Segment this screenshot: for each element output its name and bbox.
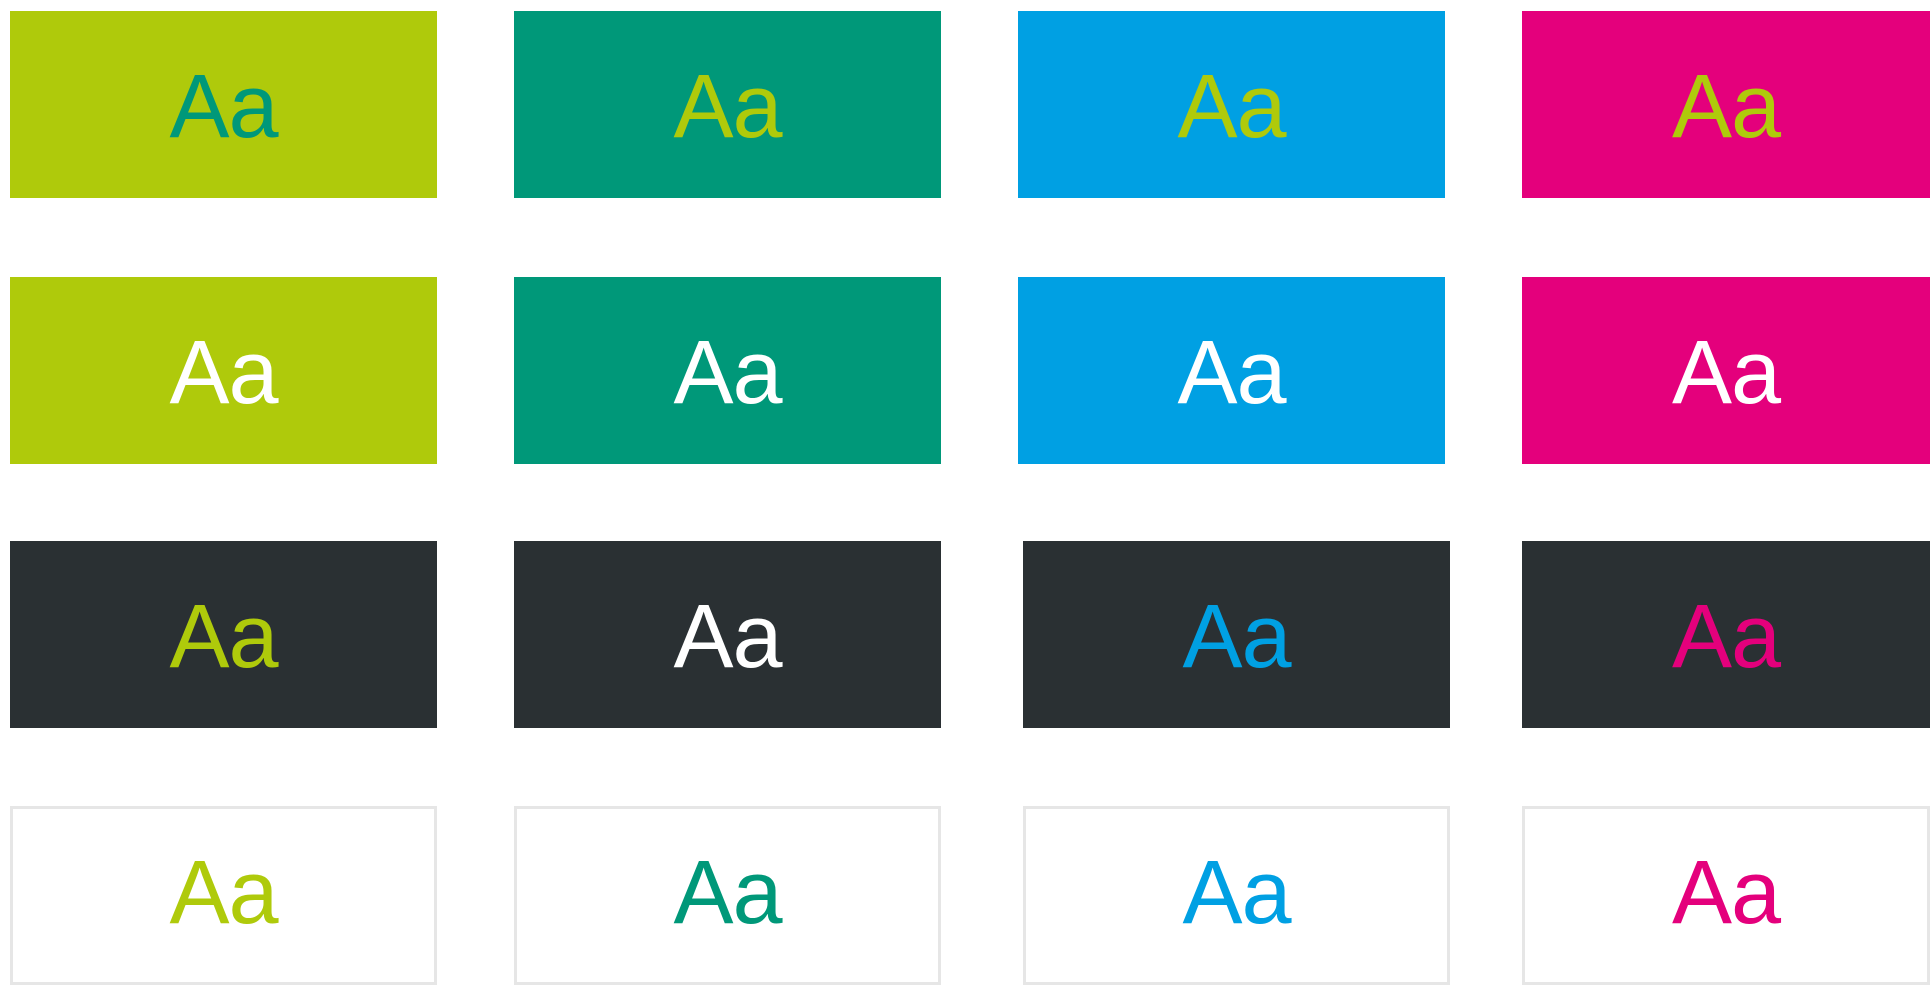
type-sample: Aa [169,323,278,423]
swatch-blue-bg-lime-text: Aa [1018,11,1445,198]
type-sample: Aa [673,323,782,423]
swatch-green-bg-white-text: Aa [514,277,941,464]
swatch-white-bg-lime-text: Aa [10,806,437,985]
type-sample: Aa [169,843,278,943]
type-sample: Aa [169,57,278,157]
type-sample: Aa [673,57,782,157]
swatch-dark-bg-lime-text: Aa [10,541,437,728]
type-sample: Aa [1182,587,1291,687]
swatch-dark-bg-white-text: Aa [514,541,941,728]
type-sample: Aa [1177,323,1286,423]
type-sample: Aa [1671,57,1781,157]
swatch-dark-bg-magenta-text: Aa [1522,541,1930,728]
type-sample: Aa [169,587,278,687]
swatch-lime-bg-white-text: Aa [10,277,437,464]
color-contrast-swatch-grid: Aa Aa Aa Aa Aa Aa Aa Aa Aa Aa Aa Aa Aa A… [0,0,1930,985]
type-sample: Aa [1671,843,1781,943]
type-sample: Aa [673,587,782,687]
swatch-lime-bg-green-text: Aa [10,11,437,198]
swatch-white-bg-magenta-text: Aa [1522,806,1930,985]
type-sample: Aa [673,843,782,943]
type-sample: Aa [1671,323,1781,423]
swatch-green-bg-lime-text: Aa [514,11,941,198]
type-sample: Aa [1182,843,1291,943]
swatch-blue-bg-white-text: Aa [1018,277,1445,464]
swatch-magenta-bg-white-text: Aa [1522,277,1930,464]
swatch-dark-bg-blue-text: Aa [1023,541,1450,728]
type-sample: Aa [1671,587,1781,687]
swatch-white-bg-blue-text: Aa [1023,806,1450,985]
type-sample: Aa [1177,57,1286,157]
swatch-magenta-bg-lime-text: Aa [1522,11,1930,198]
swatch-white-bg-green-text: Aa [514,806,941,985]
